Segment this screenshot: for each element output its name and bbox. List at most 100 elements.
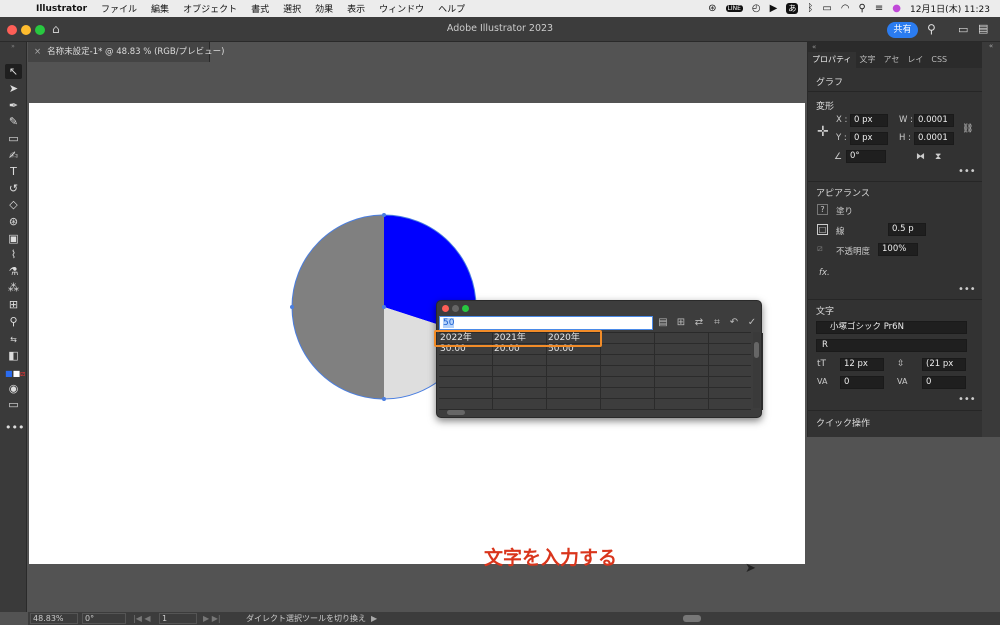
w-field[interactable]: 0.0001 [914, 114, 954, 127]
toolbar-grip-icon[interactable]: » [0, 42, 26, 52]
leading-field[interactable]: (21 px [922, 358, 966, 371]
anchor-point[interactable] [382, 305, 386, 309]
bluetooth-icon[interactable]: ᛒ [807, 3, 813, 14]
table-cell[interactable] [655, 377, 709, 388]
table-cell[interactable] [547, 377, 601, 388]
curvature-tool-icon[interactable]: ✎ [5, 114, 22, 129]
table-cell[interactable] [655, 366, 709, 377]
screen-mode-icon[interactable]: ▭ [5, 397, 22, 412]
panel-collapse-grip-icon[interactable]: « [808, 42, 982, 52]
menu-app-name[interactable]: Illustrator [36, 4, 87, 14]
x-field[interactable]: 0 px [850, 114, 888, 127]
fx-button[interactable]: fx. [819, 268, 830, 278]
eyedropper-tool-icon[interactable]: ⌇ [5, 247, 22, 262]
canvas-horizontal-scroll-thumb[interactable] [683, 615, 701, 622]
menu-type[interactable]: 書式 [251, 2, 269, 15]
pen-tool-icon[interactable]: ✒ [5, 98, 22, 113]
symbol-sprayer-tool-icon[interactable]: ⁂ [5, 280, 22, 295]
font-style-select[interactable]: R [816, 339, 967, 352]
scroll-thumb[interactable] [754, 342, 759, 358]
anchor-point[interactable] [290, 305, 294, 309]
table-cell[interactable] [655, 388, 709, 399]
menu-select[interactable]: 選択 [283, 2, 301, 15]
tracking-field[interactable]: 0 [922, 376, 966, 389]
table-cell[interactable] [439, 388, 493, 399]
table-cell[interactable] [655, 344, 709, 355]
import-data-icon[interactable]: ▤ [657, 317, 669, 328]
apply-icon[interactable]: ✓ [746, 317, 758, 328]
constrain-proportions-icon[interactable]: ⛓ [962, 124, 973, 134]
table-cell[interactable] [655, 355, 709, 366]
wifi-icon[interactable]: ◠ [841, 3, 850, 14]
siri-icon[interactable]: ● [892, 3, 901, 14]
artboard-number-field[interactable]: 1 [159, 613, 197, 624]
artboard-first-icon[interactable]: |◀ ◀ [133, 612, 151, 625]
creative-cloud-icon[interactable]: ⊛ [708, 3, 716, 14]
anchor-point[interactable] [382, 213, 386, 217]
fill-stroke-swatch-icon[interactable]: ◧ [5, 348, 22, 363]
zoom-level-field[interactable]: 48.83% [30, 613, 78, 624]
table-cell[interactable] [655, 333, 709, 344]
timer-icon[interactable]: ◴ [752, 3, 761, 14]
h-field[interactable]: 0.0001 [914, 132, 954, 145]
table-cell[interactable] [601, 333, 655, 344]
tab-properties[interactable]: プロパティ [808, 52, 856, 68]
table-cell[interactable] [493, 388, 547, 399]
paintbrush-tool-icon[interactable]: ✍ [5, 148, 22, 163]
table-cell[interactable] [493, 377, 547, 388]
font-size-field[interactable]: 12 px [840, 358, 884, 371]
menubar-clock[interactable]: 12月1日(木) 11:23 [910, 2, 990, 15]
graph-data-vertical-scrollbar[interactable] [753, 332, 760, 408]
graph-data-close-button[interactable] [442, 305, 449, 312]
graph-data-window[interactable]: 50 ▤ ⊞ ⇄ ⌗ ↶ ✓ 2022年 2021年 2020年 30.00 20.00… [436, 300, 763, 418]
warp-tool-icon[interactable]: ⊛ [5, 214, 22, 229]
table-cell[interactable] [601, 388, 655, 399]
selection-tool-icon[interactable]: ↖ [5, 64, 22, 79]
character-more-options-icon[interactable]: ••• [958, 394, 976, 405]
control-center-icon[interactable]: ≡ [875, 3, 883, 14]
direct-selection-tool-icon[interactable]: ➤ [5, 81, 22, 96]
panels-icon[interactable]: ▭ [958, 23, 968, 36]
table-cell[interactable] [493, 366, 547, 377]
appearance-more-options-icon[interactable]: ••• [958, 284, 976, 295]
flip-horizontal-icon[interactable]: ⧓ [916, 152, 925, 162]
tab-css[interactable]: CSS [927, 52, 951, 68]
pie-slice[interactable] [292, 215, 384, 399]
graph-data-minimize-button[interactable] [452, 305, 459, 312]
kerning-field[interactable]: 0 [840, 376, 884, 389]
zoom-tool-icon[interactable]: ⚲ [5, 314, 22, 329]
rotate-tool-icon[interactable]: ↺ [5, 181, 22, 196]
edit-toolbar-icon[interactable]: ••• [5, 420, 24, 435]
table-cell[interactable] [601, 355, 655, 366]
reference-point-icon[interactable]: ✛ [817, 124, 829, 140]
swap-fill-stroke-icon[interactable]: ⇆ [5, 332, 22, 347]
stroke-swatch-icon[interactable]: □ [817, 224, 828, 235]
table-cell[interactable] [493, 355, 547, 366]
scroll-thumb[interactable] [447, 410, 465, 415]
status-menu-arrow-icon[interactable]: ▶ [371, 612, 377, 625]
table-cell[interactable] [601, 366, 655, 377]
line-icon[interactable]: LINE [725, 5, 743, 12]
table-cell[interactable] [547, 355, 601, 366]
y-field[interactable]: 0 px [850, 132, 888, 145]
play-icon[interactable]: ▶ [770, 3, 778, 14]
menu-view[interactable]: 表示 [347, 2, 365, 15]
blend-tool-icon[interactable]: ⚗ [5, 264, 22, 279]
table-cell[interactable] [547, 388, 601, 399]
cell-value-input[interactable]: 50 [439, 316, 653, 330]
close-tab-icon[interactable]: × [34, 47, 41, 57]
opacity-field[interactable]: 100% [878, 243, 918, 256]
menu-file[interactable]: ファイル [101, 2, 137, 15]
table-cell[interactable] [439, 377, 493, 388]
menu-edit[interactable]: 編集 [151, 2, 169, 15]
table-cell[interactable] [439, 355, 493, 366]
share-button[interactable]: 共有 [887, 22, 918, 38]
tab-character[interactable]: 文字 [856, 52, 880, 68]
tab-assets[interactable]: アセ [880, 52, 904, 68]
menu-help[interactable]: ヘルプ [438, 2, 465, 15]
draw-mode-icon[interactable]: ◉ [5, 381, 22, 396]
transpose-icon[interactable]: ⊞ [675, 317, 687, 328]
collapse-panels-icon[interactable]: « [982, 42, 1000, 437]
graph-data-maximize-button[interactable] [462, 305, 469, 312]
table-cell[interactable] [439, 366, 493, 377]
